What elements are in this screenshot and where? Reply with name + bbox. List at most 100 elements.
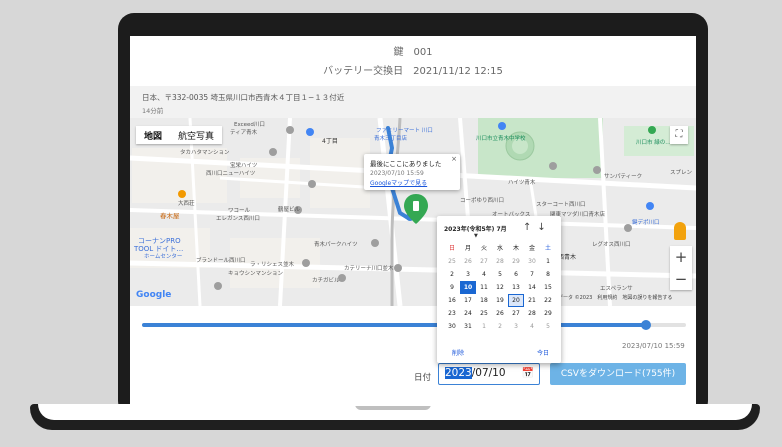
infowindow-message: 最後にここにありました xyxy=(370,160,442,168)
map-label: 4丁目 xyxy=(322,138,338,145)
calendar-day[interactable]: 1 xyxy=(476,320,492,333)
tab-satellite[interactable]: 航空写真 xyxy=(170,126,222,144)
weekday-label: 火 xyxy=(480,245,487,252)
calendar-week: 2 3 4 5 6 7 8 xyxy=(444,268,556,281)
timeline-date: 2023/07/10 15:59 xyxy=(622,342,685,350)
weekday-row: 日 月 火 水 木 金 土 xyxy=(444,242,556,255)
elapsed-time: 14分前 xyxy=(142,107,164,115)
calendar-day[interactable]: 25 xyxy=(444,255,460,268)
map-label: コーポゆり西川口 xyxy=(460,198,505,204)
calendar-day[interactable]: 28 xyxy=(524,307,540,320)
calendar-week: 16 17 18 19 20 21 22 xyxy=(444,294,556,307)
calendar-today-button[interactable]: 今日 xyxy=(537,348,549,357)
calendar-day[interactable]: 1 xyxy=(540,255,556,268)
calendar-week: 9 10 11 12 13 14 15 xyxy=(444,281,556,294)
google-maps-link[interactable]: Googleマップで見る xyxy=(370,178,454,187)
map-label: 宝栄ハイツ xyxy=(230,163,258,169)
calendar-month-header[interactable]: 2023年(令和5年) 7月 xyxy=(444,224,507,233)
calendar-day[interactable]: 9 xyxy=(444,281,460,294)
map-label: ラ・リシェス並木 xyxy=(250,262,295,268)
calendar-day[interactable]: 3 xyxy=(508,320,524,333)
date-input[interactable]: 2023/07/10 📅 xyxy=(438,363,540,385)
calendar-day[interactable]: 12 xyxy=(492,281,508,294)
calendar-day[interactable]: 13 xyxy=(508,281,524,294)
calendar-day[interactable]: 26 xyxy=(492,307,508,320)
weekday-label: 土 xyxy=(544,245,551,252)
battery-change-date: バッテリー交換日 2021/11/12 12:15 xyxy=(323,66,503,77)
zoom-in-button[interactable]: + xyxy=(670,246,692,268)
address-text: 日本、〒332-0035 埼玉県川口市西青木４丁目１−１３付近 xyxy=(142,93,345,102)
map-label: 川口市立青木中学校 xyxy=(476,136,526,142)
map-label: キョウシンマンション xyxy=(228,271,284,277)
csv-download-button[interactable]: CSVをダウンロード(755件) xyxy=(550,363,686,385)
calendar-day[interactable]: 27 xyxy=(508,307,524,320)
calendar-day[interactable]: 26 xyxy=(460,255,476,268)
calendar-day[interactable]: 4 xyxy=(524,320,540,333)
calendar-day[interactable]: 2 xyxy=(492,320,508,333)
calendar-day[interactable]: 27 xyxy=(476,255,492,268)
map-credits[interactable]: 地図データ ©2023 利用規約 地図の誤りを報告する xyxy=(548,294,672,301)
map-label: 青木パークハイツ xyxy=(314,242,358,248)
next-month-button[interactable]: ↓ xyxy=(537,222,551,233)
calendar-day[interactable]: 5 xyxy=(540,320,556,333)
calendar-clear-button[interactable]: 削除 xyxy=(452,348,464,357)
map-canvas[interactable] xyxy=(130,118,696,306)
map-label: エスペランサ xyxy=(600,286,633,292)
map-label: スプレン xyxy=(670,170,693,176)
timeline-slider-thumb[interactable] xyxy=(641,320,651,330)
calendar-day[interactable]: 31 xyxy=(460,320,476,333)
weekday-label: 日 xyxy=(448,245,455,252)
weekday-label: 月 xyxy=(464,245,471,252)
calendar-day-selected[interactable]: 10 xyxy=(460,281,476,294)
calendar-icon[interactable]: 📅 xyxy=(522,368,534,379)
calendar-day[interactable]: 16 xyxy=(444,294,460,307)
calendar-day[interactable]: 8 xyxy=(540,268,556,281)
calendar-day[interactable]: 2 xyxy=(444,268,460,281)
calendar-day[interactable]: 7 xyxy=(524,268,540,281)
zoom-out-button[interactable]: − xyxy=(670,268,692,290)
weekday-label: 金 xyxy=(528,245,535,252)
map-label: 西川口ニューハイツ xyxy=(206,171,256,177)
weekday-label: 水 xyxy=(496,245,503,252)
tab-map[interactable]: 地図 xyxy=(136,126,170,144)
calendar-day[interactable]: 22 xyxy=(540,294,556,307)
prev-month-button[interactable]: ↑ xyxy=(523,222,537,233)
calendar-day[interactable]: 28 xyxy=(492,255,508,268)
calendar-day[interactable]: 15 xyxy=(540,281,556,294)
calendar-popup: 2023年(令和5年) 7月 ▼ ↑↓ 日 月 火 水 木 金 土 25 26 xyxy=(437,216,561,363)
calendar-day[interactable]: 18 xyxy=(476,294,492,307)
calendar-day[interactable]: 30 xyxy=(444,320,460,333)
calendar-day[interactable]: 24 xyxy=(460,307,476,320)
weekday-label: 木 xyxy=(512,245,519,252)
chevron-down-icon[interactable]: ▼ xyxy=(474,233,478,239)
calendar-day[interactable]: 30 xyxy=(524,255,540,268)
calendar-day[interactable]: 19 xyxy=(492,294,508,307)
calendar-day[interactable]: 3 xyxy=(460,268,476,281)
calendar-day-hovered[interactable]: 20 xyxy=(508,294,524,307)
map-type-tabs: 地図 航空写真 xyxy=(136,126,223,144)
calendar-day[interactable]: 6 xyxy=(508,268,524,281)
map-label: レグオス西川口 xyxy=(592,242,631,248)
google-logo: Google xyxy=(136,290,172,300)
calendar-day[interactable]: 17 xyxy=(460,294,476,307)
calendar-day[interactable]: 21 xyxy=(524,294,540,307)
map-label: 鍵デポ川口 xyxy=(632,220,660,226)
calendar-day[interactable]: 29 xyxy=(508,255,524,268)
date-rest-segment[interactable]: /07/10 xyxy=(472,367,506,379)
map-view[interactable]: Exceed川口 ティア青木 タカハタマンション 宝栄ハイツ 西川口ニューハイツ… xyxy=(130,118,696,306)
map-label: Exceed川口 xyxy=(234,122,265,128)
map-label: 川口市 緑の… xyxy=(636,140,671,146)
calendar-day[interactable]: 11 xyxy=(476,281,492,294)
timeline-slider-track[interactable] xyxy=(142,323,644,327)
calendar-day[interactable]: 5 xyxy=(492,268,508,281)
calendar-day[interactable]: 4 xyxy=(476,268,492,281)
calendar-day[interactable]: 23 xyxy=(444,307,460,320)
street-view-pegman-icon[interactable] xyxy=(674,222,686,240)
close-icon[interactable]: × xyxy=(451,155,457,163)
date-label: 日付 xyxy=(414,373,432,383)
calendar-day[interactable]: 29 xyxy=(540,307,556,320)
calendar-day[interactable]: 14 xyxy=(524,281,540,294)
date-year-segment[interactable]: 2023 xyxy=(445,367,472,379)
fullscreen-icon[interactable]: ⛶ xyxy=(670,126,688,144)
calendar-day[interactable]: 25 xyxy=(476,307,492,320)
